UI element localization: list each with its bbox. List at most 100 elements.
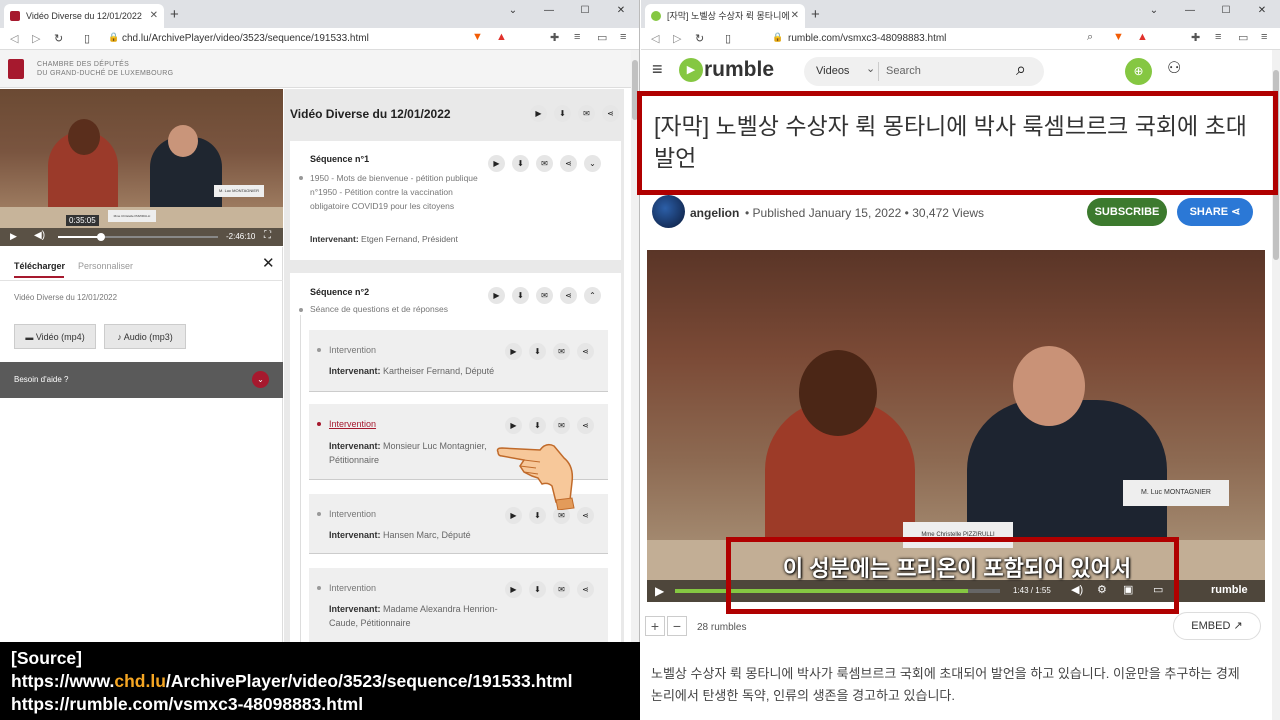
- embed-button[interactable]: EMBED ↗: [1173, 612, 1261, 640]
- chevron-down-icon[interactable]: ⌄: [252, 371, 269, 388]
- chevron-down-icon[interactable]: ⌄: [495, 0, 531, 22]
- close-panel-icon[interactable]: ✕: [262, 254, 275, 272]
- list-icon[interactable]: ≡: [574, 31, 580, 43]
- upload-icon[interactable]: ⊕: [1125, 58, 1152, 85]
- close-tab-icon[interactable]: ✕: [788, 4, 799, 28]
- extensions-icon[interactable]: ✚: [550, 31, 559, 44]
- brave-rewards-icon[interactable]: ▲: [496, 31, 507, 43]
- share-button[interactable]: SHARE ⋖: [1177, 198, 1253, 226]
- videos-dropdown[interactable]: Videos: [816, 65, 849, 77]
- chd-logo-icon[interactable]: [8, 59, 24, 79]
- reload-icon[interactable]: ↻: [54, 32, 63, 45]
- list-icon[interactable]: ≡: [1215, 31, 1221, 43]
- mail-icon[interactable]: ✉: [553, 417, 570, 434]
- maximize-icon[interactable]: ☐: [1208, 0, 1244, 22]
- play-icon[interactable]: ▶: [488, 287, 505, 304]
- bookmark-icon[interactable]: ▯: [725, 32, 731, 45]
- intervention-card[interactable]: Intervention Intervenant: Madame Alexand…: [309, 568, 608, 642]
- download-icon[interactable]: ⬇: [529, 417, 546, 434]
- chevron-down-icon[interactable]: ⌄: [584, 155, 601, 172]
- download-icon[interactable]: ⬇: [512, 155, 529, 172]
- intervention-label[interactable]: Intervention: [329, 509, 376, 519]
- video-mp4-button[interactable]: ▬ Vidéo (mp4): [14, 324, 96, 349]
- seek-bar[interactable]: [58, 233, 218, 241]
- close-window-icon[interactable]: ✕: [603, 0, 639, 22]
- bookmark-icon[interactable]: ▯: [84, 32, 90, 45]
- share-icon[interactable]: ⋖: [577, 581, 594, 598]
- forward-icon[interactable]: ▷: [673, 32, 681, 45]
- search-input[interactable]: Search: [886, 65, 921, 77]
- rumble-down-button[interactable]: −: [667, 616, 687, 636]
- url-text[interactable]: chd.lu/ArchivePlayer/video/3523/sequence…: [122, 33, 369, 44]
- mail-icon[interactable]: ✉: [536, 155, 553, 172]
- share-icon[interactable]: ⋖: [560, 287, 577, 304]
- chevron-up-icon[interactable]: ⌃: [584, 287, 601, 304]
- rumble-up-button[interactable]: +: [645, 616, 665, 636]
- share-icon[interactable]: ⋖: [602, 105, 619, 122]
- reload-icon[interactable]: ↻: [695, 32, 704, 45]
- play-icon[interactable]: ▶: [10, 231, 17, 242]
- mail-icon[interactable]: ✉: [553, 581, 570, 598]
- play-icon[interactable]: ▶: [655, 584, 664, 598]
- video-player[interactable]: Mme Christelle PIZZIRULLI M. Luc MONTAGN…: [0, 89, 283, 246]
- brave-rewards-icon[interactable]: ▲: [1137, 31, 1148, 43]
- mail-icon[interactable]: ✉: [578, 105, 595, 122]
- intervention-card[interactable]: Intervention Intervenant: Kartheiser Fer…: [309, 330, 608, 392]
- source-url-2[interactable]: https://rumble.com/vsmxc3-48098883.html: [11, 693, 640, 716]
- chevron-down-icon[interactable]: ⌄: [866, 62, 875, 75]
- volume-icon[interactable]: ◀): [34, 230, 45, 241]
- search-icon[interactable]: ⌕: [1016, 59, 1026, 80]
- fullscreen-icon[interactable]: ⛶: [264, 230, 271, 241]
- chevron-down-icon[interactable]: ⌄: [1136, 0, 1172, 22]
- help-bar[interactable]: Besoin d'aide ? ⌄: [0, 362, 283, 398]
- wallet-icon[interactable]: ▭: [1238, 31, 1248, 44]
- tab-telecharger[interactable]: Télécharger: [14, 261, 65, 271]
- subscribe-button[interactable]: SUBSCRIBE: [1087, 198, 1167, 226]
- mail-icon[interactable]: ✉: [553, 343, 570, 360]
- download-icon[interactable]: ⬇: [554, 105, 571, 122]
- back-icon[interactable]: ◁: [10, 32, 18, 45]
- channel-avatar[interactable]: [652, 195, 685, 228]
- zoom-icon[interactable]: ⌕: [1087, 31, 1093, 44]
- seek-handle[interactable]: [97, 233, 106, 241]
- play-icon[interactable]: ▶: [530, 105, 547, 122]
- maximize-icon[interactable]: ☐: [567, 0, 603, 22]
- close-tab-icon[interactable]: ✕: [150, 4, 158, 28]
- browser-tab[interactable]: [자막] 노벨상 수상자 뤽 몽타니에 ✕: [645, 4, 805, 28]
- tab-personnaliser[interactable]: Personnaliser: [78, 261, 133, 271]
- source-url-1[interactable]: https://www.chd.lu/ArchivePlayer/video/3…: [11, 670, 640, 693]
- share-icon[interactable]: ⋖: [577, 343, 594, 360]
- rumble-logo[interactable]: ▶ rumble: [679, 58, 774, 82]
- play-icon[interactable]: ▶: [488, 155, 505, 172]
- brave-shield-icon[interactable]: ▼: [472, 31, 483, 43]
- url-text[interactable]: rumble.com/vsmxc3-48098883.html: [788, 33, 946, 44]
- channel-name[interactable]: angelion: [690, 206, 739, 220]
- extensions-icon[interactable]: ✚: [1191, 31, 1200, 44]
- close-window-icon[interactable]: ✕: [1244, 0, 1280, 22]
- play-icon[interactable]: ▶: [505, 343, 522, 360]
- brave-shield-icon[interactable]: ▼: [1113, 31, 1124, 43]
- browser-tab[interactable]: Vidéo Diverse du 12/01/2022 ✕: [4, 4, 164, 28]
- user-icon[interactable]: ⚇: [1167, 58, 1181, 78]
- share-icon[interactable]: ⋖: [560, 155, 577, 172]
- download-icon[interactable]: ⬇: [512, 287, 529, 304]
- download-icon[interactable]: ⬇: [529, 343, 546, 360]
- download-icon[interactable]: ⬇: [529, 581, 546, 598]
- forward-icon[interactable]: ▷: [32, 32, 40, 45]
- menu-icon[interactable]: ≡: [620, 31, 626, 43]
- play-icon[interactable]: ▶: [505, 581, 522, 598]
- minimize-icon[interactable]: —: [1172, 0, 1208, 22]
- wallet-icon[interactable]: ▭: [597, 31, 607, 44]
- minimize-icon[interactable]: —: [531, 0, 567, 22]
- share-icon[interactable]: ⋖: [577, 417, 594, 434]
- hamburger-icon[interactable]: ≡: [652, 59, 663, 80]
- play-icon[interactable]: ▶: [505, 417, 522, 434]
- intervention-label[interactable]: Intervention: [329, 345, 376, 355]
- new-tab-icon[interactable]: +: [170, 4, 179, 26]
- intervention-label[interactable]: Intervention: [329, 419, 376, 429]
- menu-icon[interactable]: ≡: [1261, 31, 1267, 43]
- new-tab-icon[interactable]: +: [811, 4, 820, 26]
- mail-icon[interactable]: ✉: [536, 287, 553, 304]
- intervention-label[interactable]: Intervention: [329, 583, 376, 593]
- audio-mp3-button[interactable]: ♪ Audio (mp3): [104, 324, 186, 349]
